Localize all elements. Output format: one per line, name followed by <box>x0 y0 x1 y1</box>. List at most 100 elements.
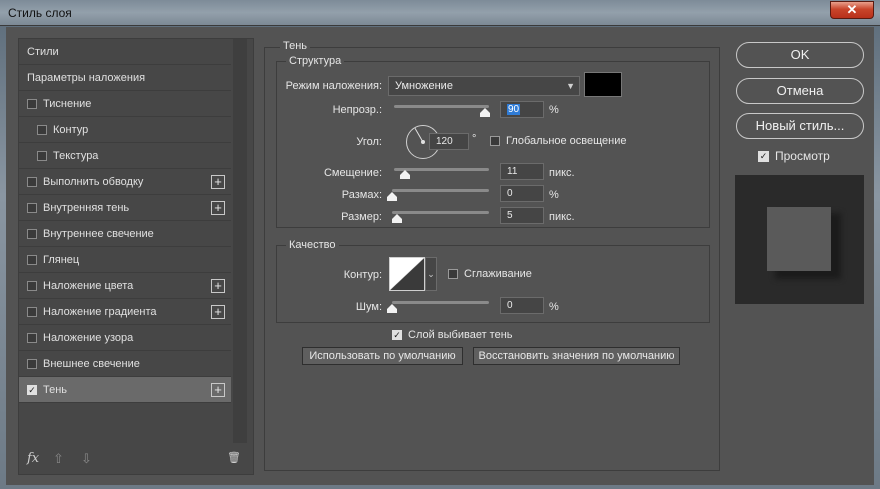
preview-checkbox[interactable]: ✓ <box>758 151 769 162</box>
style-item[interactable]: Внутренняя тень + <box>19 195 231 221</box>
noise-unit: % <box>549 301 559 313</box>
add-style-icon[interactable]: + <box>211 201 225 215</box>
cancel-button[interactable]: Отмена <box>736 78 864 104</box>
style-checkbox[interactable] <box>27 176 37 187</box>
size-label: Размер: <box>341 211 382 223</box>
style-item-label: Текстура <box>53 149 99 162</box>
opacity-label: Непрозр.: <box>332 104 382 116</box>
blend-mode-label: Режим наложения: <box>285 80 382 92</box>
distance-label: Смещение: <box>323 167 382 179</box>
style-checkbox[interactable] <box>27 280 37 291</box>
spread-slider-track[interactable] <box>392 189 489 192</box>
size-slider-track[interactable] <box>392 211 489 214</box>
knockout-checkbox[interactable]: ✓ <box>392 330 402 340</box>
style-preview <box>735 175 864 304</box>
noise-slider-track[interactable] <box>392 301 489 304</box>
style-checkbox[interactable] <box>27 358 37 369</box>
style-item[interactable]: Внешнее свечение <box>19 351 231 377</box>
style-checkbox[interactable]: ✓ <box>27 384 37 395</box>
style-item[interactable]: Выполнить обводку + <box>19 169 231 195</box>
style-item-label: Параметры наложения <box>27 71 146 84</box>
opacity-input[interactable]: 90 <box>500 101 544 118</box>
angle-unit: ° <box>472 133 477 145</box>
style-item-label: Глянец <box>43 253 80 266</box>
style-item[interactable]: Внутреннее свечение <box>19 221 231 247</box>
add-style-icon[interactable]: + <box>211 175 225 189</box>
style-item[interactable]: Тиснение <box>19 91 231 117</box>
distance-unit: пикс. <box>549 167 575 179</box>
style-item[interactable]: ✓ Тень + <box>19 377 231 403</box>
style-item[interactable]: Контур <box>19 117 231 143</box>
noise-label: Шум: <box>355 301 382 313</box>
fx-icon[interactable]: fx <box>27 451 39 466</box>
chevron-down-icon: ⌄ <box>427 269 435 279</box>
add-style-icon[interactable]: + <box>211 279 225 293</box>
contour-label: Контур: <box>343 269 382 281</box>
style-item[interactable]: Наложение цвета + <box>19 273 231 299</box>
add-style-icon[interactable]: + <box>211 383 225 397</box>
style-item-label: Наложение градиента <box>43 305 157 318</box>
style-item[interactable]: Стили <box>19 39 231 65</box>
style-item-label: Внутренняя тень <box>43 201 130 214</box>
styles-footer: fx ⇧ ⇩ 🗑 <box>19 445 253 475</box>
spread-input[interactable]: 0 <box>500 185 544 202</box>
style-item-label: Наложение цвета <box>43 279 134 292</box>
layer-style-dialog: Стили Параметры наложения Тиснение Контур Те… <box>6 27 874 485</box>
style-item-label: Стили <box>27 45 59 58</box>
style-checkbox[interactable] <box>27 254 37 265</box>
add-style-icon[interactable]: + <box>211 305 225 319</box>
style-item[interactable]: Глянец <box>19 247 231 273</box>
style-checkbox[interactable] <box>27 228 37 239</box>
style-item-label: Наложение узора <box>43 331 134 344</box>
size-unit: пикс. <box>549 211 575 223</box>
style-item-label: Тиснение <box>43 97 92 110</box>
style-item-label: Тень <box>43 383 68 396</box>
style-item-label: Внешнее свечение <box>43 357 140 370</box>
style-item[interactable]: Наложение узора <box>19 325 231 351</box>
global-light-checkbox[interactable] <box>490 136 500 146</box>
close-button[interactable]: ✕ <box>830 1 874 19</box>
style-item[interactable]: Параметры наложения <box>19 65 231 91</box>
trash-icon[interactable]: 🗑 <box>227 451 241 464</box>
structure-title: Структура <box>286 55 345 67</box>
blend-mode-value: Умножение <box>395 80 453 92</box>
chevron-down-icon: ▼ <box>566 81 575 91</box>
style-checkbox[interactable] <box>37 150 47 161</box>
new-style-button[interactable]: Новый стиль... <box>736 113 864 139</box>
ok-button[interactable]: OK <box>736 42 864 68</box>
styles-scrollbar[interactable] <box>233 39 247 443</box>
style-item-label: Внутреннее свечение <box>43 227 154 240</box>
style-checkbox[interactable] <box>27 332 37 343</box>
style-checkbox[interactable] <box>27 98 37 109</box>
style-checkbox[interactable] <box>27 306 37 317</box>
contour-preview[interactable] <box>389 257 425 291</box>
style-item[interactable]: Наложение градиента + <box>19 299 231 325</box>
opacity-slider-track[interactable] <box>394 105 489 108</box>
opacity-unit: % <box>549 104 559 116</box>
shadow-color-swatch[interactable] <box>584 72 622 97</box>
make-default-button[interactable]: Использовать по умолчанию <box>302 347 463 365</box>
distance-input[interactable]: 11 <box>500 163 544 180</box>
spread-unit: % <box>549 189 559 201</box>
blend-mode-select[interactable]: Умножение ▼ <box>388 76 580 96</box>
move-up-icon[interactable]: ⇧ <box>53 451 64 467</box>
distance-slider-track[interactable] <box>394 168 489 171</box>
style-checkbox[interactable] <box>27 202 37 213</box>
move-down-icon[interactable]: ⇩ <box>81 451 92 467</box>
antialias-checkbox[interactable] <box>448 269 458 279</box>
preview-label: Просмотр <box>775 149 830 163</box>
style-item[interactable]: Текстура <box>19 143 231 169</box>
styles-panel: Стили Параметры наложения Тиснение Контур Те… <box>18 38 254 475</box>
title-bar: Стиль слоя ✕ <box>0 0 880 26</box>
opacity-value: 90 <box>507 104 521 115</box>
style-item-label: Выполнить обводку <box>43 175 144 188</box>
noise-input[interactable]: 0 <box>500 297 544 314</box>
contour-dropdown[interactable]: ⌄ <box>425 257 437 291</box>
style-checkbox[interactable] <box>37 124 47 135</box>
shadow-group-title: Тень <box>280 40 311 52</box>
knockout-label: Слой выбивает тень <box>408 329 513 341</box>
size-input[interactable]: 5 <box>500 207 544 224</box>
angle-input[interactable]: 120 <box>429 133 469 150</box>
reset-default-button[interactable]: Восстановить значения по умолчанию <box>473 347 680 365</box>
quality-title: Качество <box>286 239 339 251</box>
